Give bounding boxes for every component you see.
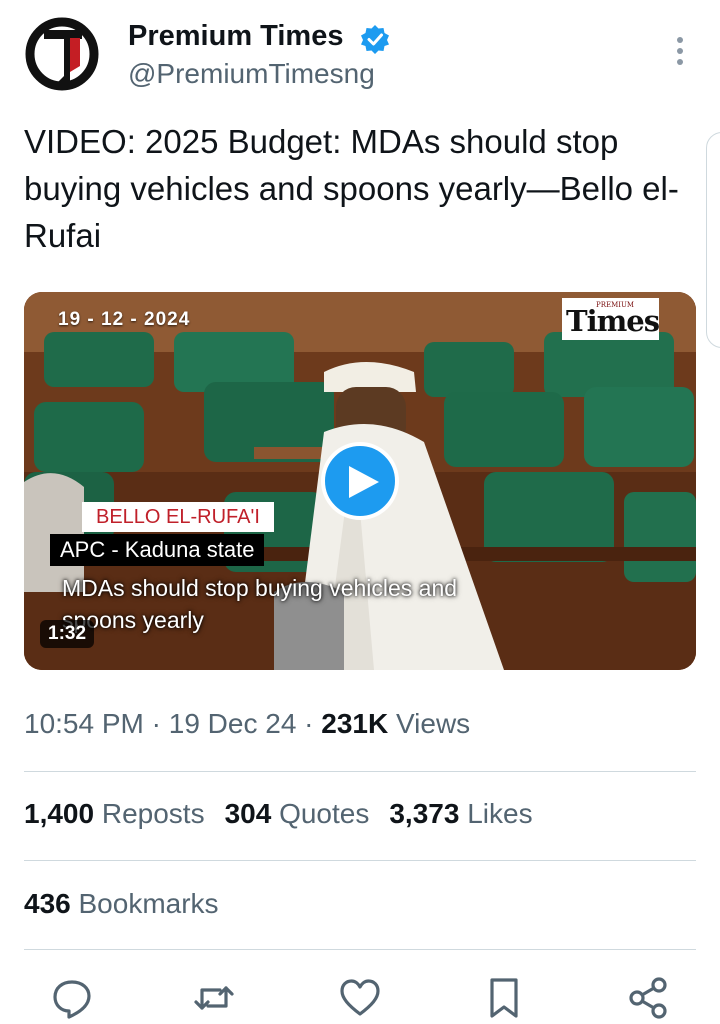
- bookmark-icon: [490, 978, 518, 1018]
- quotes-label: Quotes: [279, 798, 370, 829]
- meta-separator: ·: [143, 708, 169, 739]
- likes-label: Likes: [467, 798, 533, 829]
- play-button[interactable]: [321, 442, 399, 520]
- play-icon: [349, 466, 379, 498]
- repost-icon: [194, 986, 234, 1010]
- author-handle[interactable]: @PremiumTimesng: [128, 58, 375, 90]
- divider: [24, 771, 696, 772]
- more-options-icon[interactable]: [664, 34, 696, 68]
- bookmark-button[interactable]: [482, 976, 526, 1020]
- author-avatar[interactable]: [24, 16, 100, 92]
- adjacent-card-edge: [706, 132, 720, 348]
- reply-icon: [53, 980, 91, 1019]
- reposts-count: 1,400: [24, 798, 95, 829]
- speaker-party-tag: APC - Kaduna state: [50, 534, 265, 566]
- video-caption: MDAs should stop buying vehicles and spo…: [62, 575, 458, 633]
- like-icon: [340, 979, 380, 1016]
- premium-times-logo: [25, 17, 99, 91]
- bookmarks-count: 436: [24, 888, 71, 919]
- bookmarks-label: Bookmarks: [78, 888, 219, 919]
- likes-stat[interactable]: 3,373 Likes: [389, 798, 532, 830]
- meta-separator: ·: [296, 708, 322, 739]
- quotes-stat[interactable]: 304 Quotes: [225, 798, 370, 830]
- reply-button[interactable]: [50, 976, 94, 1020]
- divider: [24, 949, 696, 950]
- reposts-stat[interactable]: 1,400 Reposts: [24, 798, 205, 830]
- video-player[interactable]: 19 - 12 - 2024 PREMIUM Times BELLO EL-RU…: [24, 292, 696, 670]
- tweet-date[interactable]: 19 Dec 24: [169, 708, 297, 739]
- reposts-label: Reposts: [101, 798, 205, 829]
- engagement-stats: 1,400 Reposts 304 Quotes 3,373 Likes: [24, 798, 553, 830]
- quotes-count: 304: [224, 798, 272, 829]
- speaker-name-tag: BELLO EL-RUFA'I: [82, 502, 274, 532]
- like-button[interactable]: [338, 976, 382, 1020]
- video-date-overlay: 19 - 12 - 2024: [58, 309, 191, 330]
- bookmarks-stat[interactable]: 436 Bookmarks: [24, 888, 219, 920]
- tweet-meta: 10:54 PM · 19 Dec 24 · 231K Views: [24, 708, 470, 740]
- share-button[interactable]: [626, 976, 670, 1020]
- video-logo-watermark: PREMIUM Times: [562, 298, 660, 340]
- divider: [24, 860, 696, 861]
- share-icon: [629, 977, 667, 1019]
- video-duration: 1:32: [40, 620, 95, 648]
- likes-count: 3,373: [389, 798, 460, 829]
- author-name[interactable]: Premium Times: [128, 20, 343, 53]
- views-label: Views: [396, 708, 471, 739]
- views-count: 231K: [321, 708, 389, 739]
- verified-badge-icon: [361, 25, 389, 54]
- logo-main-text: Times: [566, 304, 660, 338]
- tweet-time[interactable]: 10:54 PM: [24, 708, 144, 739]
- tweet-header: Premium Times @PremiumTimesng: [0, 0, 720, 110]
- tweet-text: VIDEO: 2025 Budget: MDAs should stop buy…: [24, 123, 679, 254]
- repost-button[interactable]: [192, 976, 236, 1020]
